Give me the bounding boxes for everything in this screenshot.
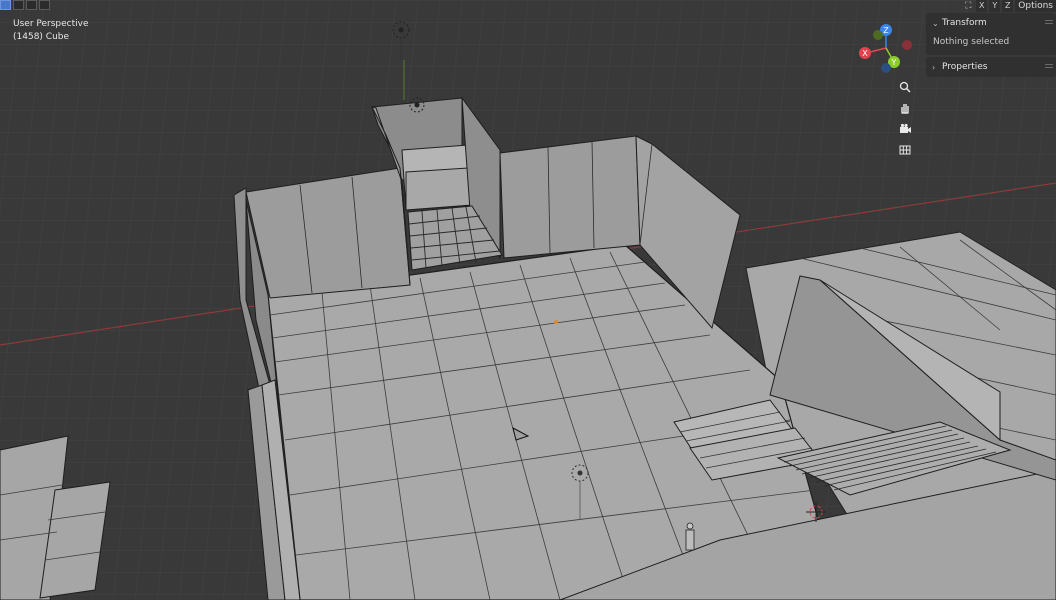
transform-panel: ⌄ Transform Nothing selected [926,13,1056,55]
select-box-icon[interactable] [0,0,11,10]
viewport-header-right: ⛶ X Y Z Options [962,0,1056,12]
mirror-z-button[interactable]: Z [1002,0,1014,12]
chevron-right-icon: › [932,62,936,72]
camera-icon[interactable] [896,120,914,138]
drag-grip-icon[interactable] [1045,64,1053,70]
properties-panel: › Properties [926,57,1056,77]
human-figure [685,522,695,551]
select-intersect-icon[interactable] [39,0,50,10]
gizmo-neg-x-icon [902,40,912,50]
gizmo-neg-y-icon [873,30,883,40]
gizmo-x-label: X [862,49,868,58]
properties-panel-title: Properties [942,62,988,72]
right-back-wall [499,135,641,259]
mirror-y-button[interactable]: Y [989,0,1001,12]
properties-panel-header[interactable]: › Properties [926,57,1056,77]
grid-icon[interactable] [896,141,914,159]
drag-grip-icon[interactable] [1045,20,1053,26]
select-subtract-icon[interactable] [26,0,37,10]
select-extend-icon[interactable] [13,0,24,10]
transform-panel-header[interactable]: ⌄ Transform [926,13,1056,33]
mirror-x-button[interactable]: X [976,0,988,12]
gizmo-neg-z-icon [881,63,891,73]
transform-panel-title: Transform [942,18,987,28]
origin-point [554,320,558,324]
view-perspective-label: User Perspective [13,19,89,29]
transform-panel-body: Nothing selected [933,37,1010,47]
gizmo-z-label: Z [883,26,889,35]
active-object-info: (1458) Cube [13,32,70,42]
chevron-down-icon: ⌄ [932,18,939,28]
zoom-icon[interactable] [896,78,914,96]
sidebar-n-panel: ⌄ Transform Nothing selected › Propertie… [926,13,1056,600]
pan-hand-icon[interactable] [896,99,914,117]
snap-icon[interactable]: ⛶ [962,0,974,12]
select-mode-toolbar [0,0,50,10]
gizmo-y-label: Y [891,58,897,67]
options-dropdown[interactable]: Options [1015,0,1056,12]
